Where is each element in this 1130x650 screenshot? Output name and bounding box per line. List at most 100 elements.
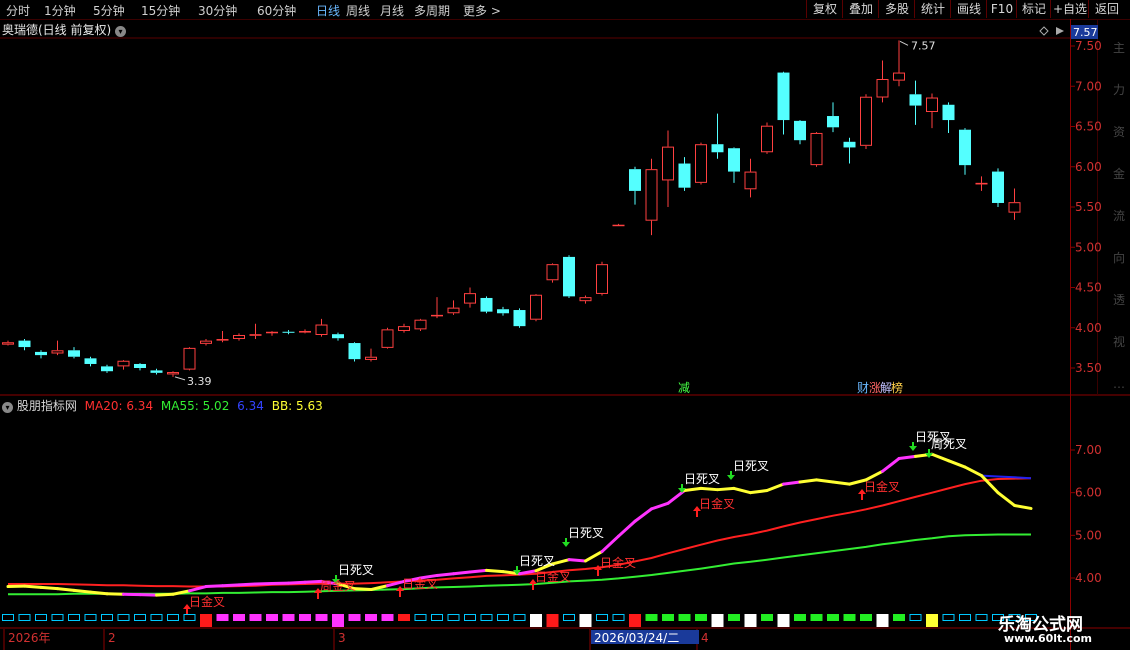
bb-line-segment <box>452 570 472 576</box>
candle-body-up <box>860 96 872 146</box>
signal-square <box>18 614 31 621</box>
chevron-down-icon[interactable]: ▾ <box>2 402 13 413</box>
candle-body-up <box>893 72 905 81</box>
candle-body-down <box>84 358 97 364</box>
candle-body-down <box>282 331 295 333</box>
candle-body-up <box>447 307 460 314</box>
candle-body-down <box>992 171 1004 203</box>
date-label: 2 <box>108 631 116 645</box>
signal-square <box>744 614 757 621</box>
candle-body-up <box>299 330 311 333</box>
signal-square <box>68 614 80 621</box>
side-char: 力 <box>1113 83 1125 97</box>
ind-y-tick-label: 6.00 <box>1075 486 1102 500</box>
signal-square <box>150 614 163 621</box>
signal-label: 日死叉 <box>568 526 604 540</box>
candle-body-down <box>332 334 344 339</box>
candle-body-up <box>926 97 938 113</box>
candle-body-up <box>464 293 476 304</box>
ind-y-tick-label: 7.00 <box>1075 443 1102 457</box>
signal-square <box>35 614 47 621</box>
signal-square <box>645 614 658 621</box>
candle-body-down <box>348 343 361 360</box>
candle-body-up <box>183 347 196 370</box>
side-char: 向 <box>1113 250 1125 265</box>
signal-square <box>530 614 542 621</box>
candle-body-up <box>398 326 410 331</box>
candle-body-down <box>35 351 47 356</box>
side-char: 金 <box>1113 166 1125 181</box>
signal-square <box>332 614 344 621</box>
signal-label: 周死叉 <box>931 437 967 451</box>
signal-square <box>810 614 823 621</box>
bb-line-segment <box>1013 503 1033 510</box>
bb-line-segment <box>798 478 818 484</box>
bb-line-segment <box>716 486 736 492</box>
signal-square-lower <box>579 621 592 627</box>
candle-body-down <box>827 116 839 128</box>
y-tick-label: 5.00 <box>1075 240 1102 254</box>
bb-line-segment <box>567 558 587 563</box>
low-label: 3.39 <box>187 375 212 388</box>
signal-square <box>728 614 740 621</box>
side-char: 主 <box>1113 41 1125 55</box>
side-char: 视 <box>1113 334 1125 349</box>
stock-title: 奥瑞德(日线 前复权) ▾ <box>2 21 127 38</box>
signal-square <box>381 614 394 621</box>
chevron-down-icon[interactable]: ▾ <box>115 26 127 37</box>
candle-body-up <box>233 334 245 340</box>
candle-body-up <box>216 339 229 341</box>
signal-label: 日死叉 <box>519 554 555 568</box>
candle-body-up <box>365 356 377 360</box>
signal-square <box>348 614 361 621</box>
signal-square <box>216 614 229 621</box>
candle-body-up <box>612 224 625 227</box>
signal-squares-layer <box>2 614 1037 627</box>
signal-square <box>447 614 460 621</box>
candle-body-up <box>645 169 658 221</box>
signal-square <box>893 614 905 621</box>
candle-body-up <box>167 372 179 375</box>
signal-square-lower <box>876 621 889 627</box>
candle-body-up <box>876 79 889 98</box>
y-tick-label: 6.00 <box>1075 160 1102 174</box>
ma20-label: MA20: 6.34 <box>84 399 154 413</box>
signal-square <box>596 614 608 621</box>
candle-body-down <box>777 72 790 121</box>
side-char: … <box>1113 377 1125 391</box>
signal-label: 日金叉 <box>535 569 571 584</box>
bb-line-segment <box>881 457 901 473</box>
signal-square <box>876 614 889 621</box>
signal-square <box>695 614 707 621</box>
date-label: 3 <box>338 631 346 645</box>
labels-layer: 7.50 7.00 6.50 6.00 5.50 5.00 4.50 4.00 3.50 7.57… <box>8 25 1125 645</box>
bb-line-segment <box>963 465 983 478</box>
candle-body-up <box>414 319 427 330</box>
candle-body-up <box>431 314 443 317</box>
bb-line-segment <box>485 568 505 574</box>
event-tag: 榜 <box>891 380 903 395</box>
signal-square <box>959 614 971 621</box>
signal-square-lower <box>200 621 212 627</box>
y-tick-label: 4.50 <box>1075 281 1102 295</box>
candle-body-up <box>2 342 14 345</box>
signal-square <box>942 614 955 621</box>
candle-body-down <box>68 350 80 357</box>
signal-square <box>612 614 625 621</box>
bb-line-segment <box>815 478 835 484</box>
candle-body-up <box>381 329 394 348</box>
bb-line-segment <box>765 482 785 493</box>
side-char: 透 <box>1113 293 1125 307</box>
play-icon <box>1056 27 1064 35</box>
candle-body-up <box>1008 202 1021 213</box>
candle-body-down <box>629 169 641 191</box>
signal-square <box>2 614 14 621</box>
bb-line-segment <box>72 588 92 594</box>
ma55-label: MA55: 5.02 <box>160 399 230 413</box>
signal-square <box>480 614 493 621</box>
bb-line-segment <box>435 572 455 577</box>
low-pointer <box>174 376 186 381</box>
candle-body-up <box>596 264 608 294</box>
candlestick-chart[interactable]: 7.50 7.00 6.50 6.00 5.50 5.00 4.50 4.00 3.50 7.57… <box>0 0 1130 650</box>
signal-square <box>167 614 179 621</box>
